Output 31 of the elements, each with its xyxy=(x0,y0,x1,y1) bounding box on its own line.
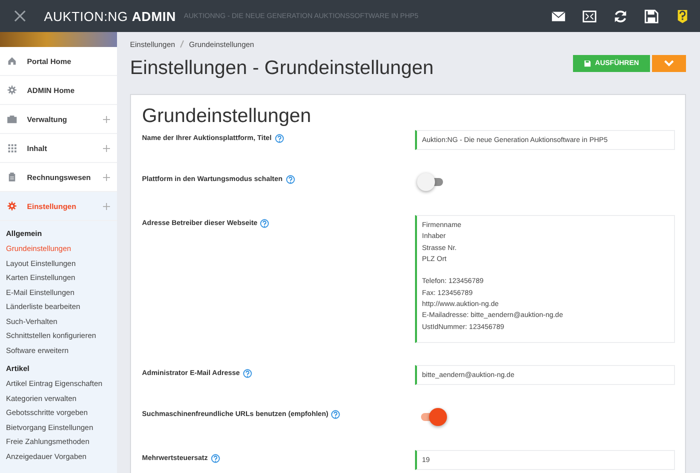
plus-icon[interactable] xyxy=(103,202,110,210)
settings-icon xyxy=(7,201,17,211)
clipboard-icon xyxy=(7,172,17,182)
card-title: Grundeinstellungen xyxy=(142,105,312,128)
fullscreen-icon[interactable] xyxy=(582,8,597,24)
plus-icon[interactable] xyxy=(103,116,110,122)
help-icon[interactable] xyxy=(286,175,295,184)
home-icon xyxy=(7,56,17,66)
plus-icon[interactable] xyxy=(103,144,110,152)
mail-icon[interactable] xyxy=(551,8,566,24)
page-title: Einstellungen - Grundeinstellungen xyxy=(130,56,434,80)
close-icon[interactable] xyxy=(14,10,26,22)
help-icon[interactable] xyxy=(331,410,340,419)
save-icon xyxy=(584,60,592,66)
dropdown-button[interactable] xyxy=(652,54,686,72)
help-icon[interactable] xyxy=(242,369,252,378)
briefcase-icon xyxy=(7,114,17,124)
plus-icon[interactable] xyxy=(103,174,110,180)
settings-icon xyxy=(7,85,17,95)
help-icon[interactable] xyxy=(260,219,270,228)
toggle-switch[interactable] xyxy=(419,408,445,426)
grid-icon xyxy=(7,143,17,153)
chevron-down-icon xyxy=(664,60,674,66)
help-icon[interactable] xyxy=(274,134,284,143)
breadcrumb-separator xyxy=(180,40,184,48)
app-brand: AUKTION:NG ADMIN xyxy=(44,8,176,24)
toggle-switch[interactable] xyxy=(419,173,445,191)
help-icon[interactable] xyxy=(210,454,220,463)
refresh-icon[interactable] xyxy=(613,8,628,24)
save-icon[interactable] xyxy=(644,8,659,24)
help-icon[interactable] xyxy=(675,8,690,24)
